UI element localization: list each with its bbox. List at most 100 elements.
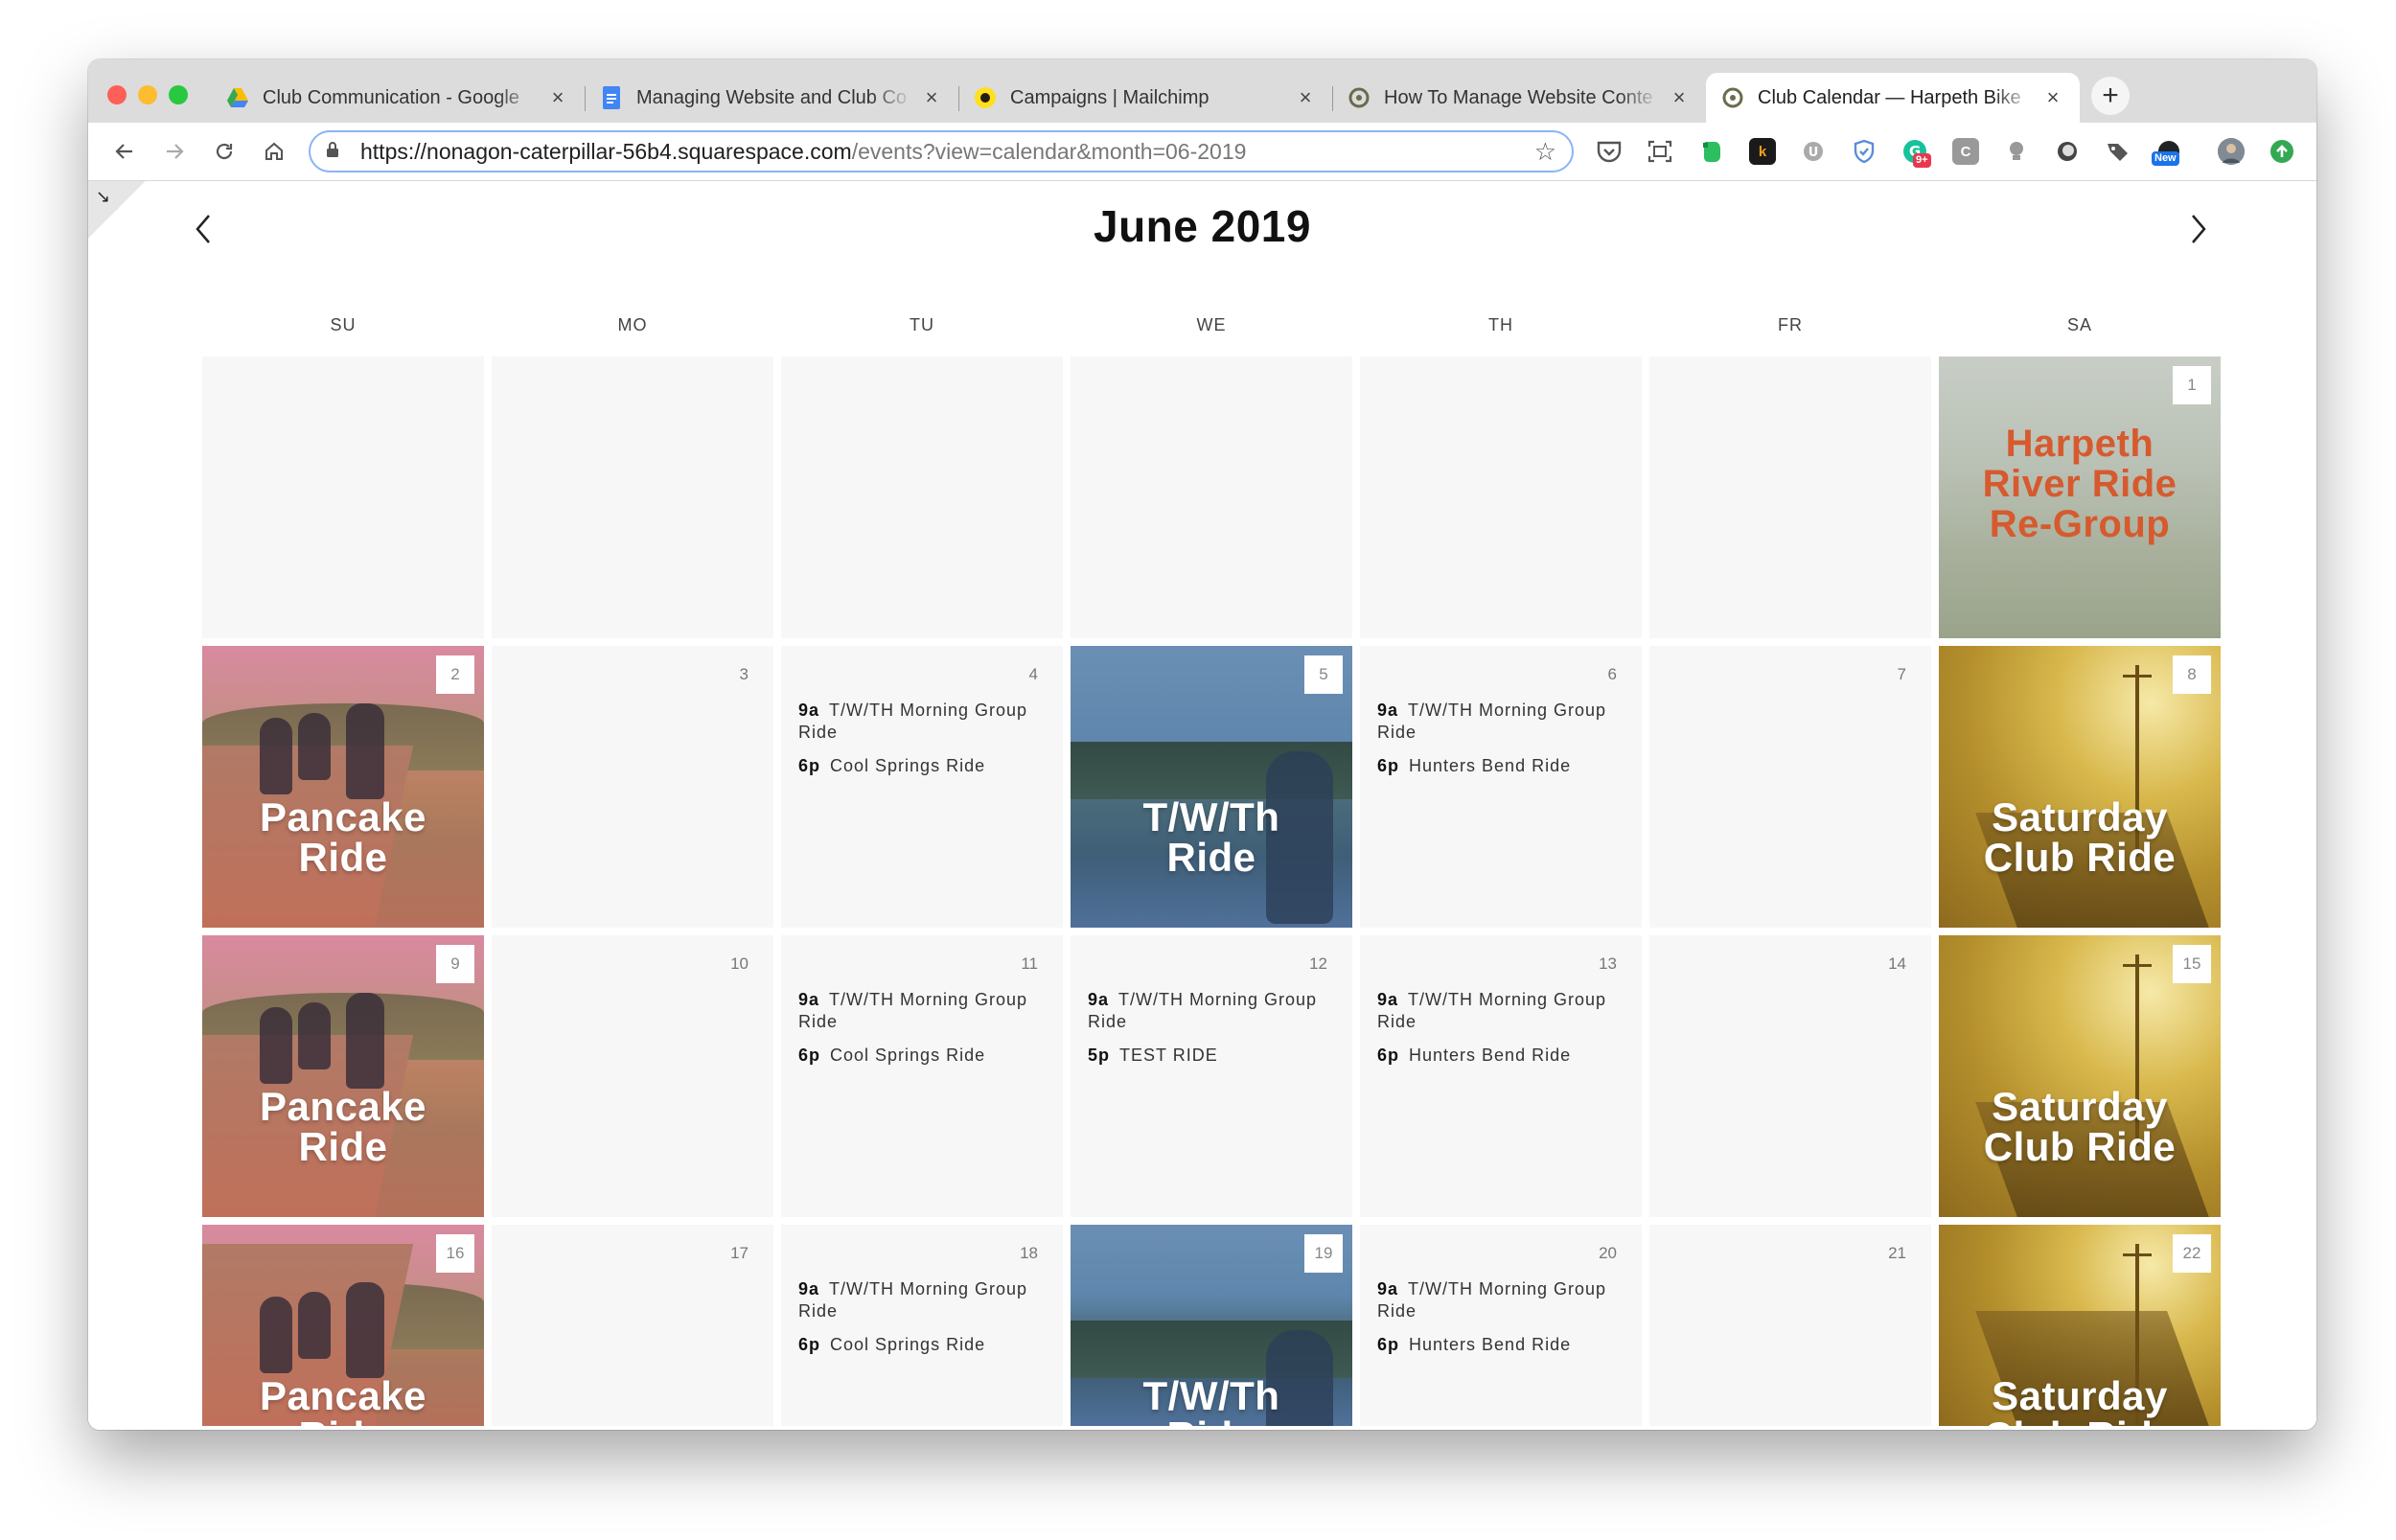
tag-icon[interactable]: [2105, 138, 2131, 165]
calendar-day-16[interactable]: Pancake Ride 16: [202, 1225, 484, 1426]
event-item[interactable]: 6p Hunters Bend Ride: [1377, 755, 1623, 777]
event-item[interactable]: 6p Cool Springs Ride: [798, 1045, 1044, 1067]
shield-icon[interactable]: [1851, 138, 1878, 165]
event-item[interactable]: 5p TEST RIDE: [1088, 1045, 1333, 1067]
calendar-day-5[interactable]: T/W/Th Ride 5: [1071, 646, 1352, 928]
ublock-icon[interactable]: U: [1800, 138, 1827, 165]
tab-club-calendar[interactable]: Club Calendar — Harpeth Bike ×: [1706, 73, 2080, 123]
day-number: 6: [1607, 665, 1617, 683]
event-item[interactable]: 9a T/W/TH Morning Group Ride: [798, 989, 1044, 1033]
tab-close-icon[interactable]: ×: [920, 85, 943, 110]
calendar-day-8[interactable]: Saturday Club Ride 8: [1939, 646, 2221, 928]
calendar-day-19[interactable]: T/W/Th Ride 19: [1071, 1225, 1352, 1426]
lock-icon[interactable]: [326, 141, 345, 163]
calendar-day-2[interactable]: Pancake Ride 2: [202, 646, 484, 928]
page-content: ↘ June 2019 SU MO TU WE TH FR SA Harpeth River…: [88, 181, 2316, 1430]
forward-arrow-icon[interactable]: [157, 134, 192, 169]
calendar-day-7[interactable]: 7: [1649, 646, 1931, 928]
tab-title: Managing Website and Club Co: [636, 86, 908, 108]
event-image-title[interactable]: Pancake Ride: [202, 1376, 484, 1427]
grammarly-icon[interactable]: G 9+: [1901, 138, 1931, 168]
calendar-day-3[interactable]: 3: [492, 646, 773, 928]
tab-close-icon[interactable]: ×: [546, 85, 569, 110]
day-number: 20: [1599, 1244, 1617, 1262]
home-icon[interactable]: [257, 134, 291, 169]
event-item[interactable]: 6p Cool Springs Ride: [798, 755, 1044, 777]
tab-mailchimp[interactable]: Campaigns | Mailchimp ×: [958, 73, 1332, 123]
event-image-title[interactable]: T/W/Th Ride: [1071, 1376, 1352, 1427]
calendar-day-1[interactable]: Harpeth River Ride Re-Group 1: [1939, 356, 2221, 638]
event-time: 6p: [798, 1046, 821, 1065]
k-extension-icon[interactable]: k: [1749, 138, 1776, 165]
zoom-window-button[interactable]: [169, 85, 188, 104]
event-image-title[interactable]: Saturday Club Ride: [1939, 1087, 2221, 1167]
bulb-icon[interactable]: [2003, 138, 2030, 165]
reload-icon[interactable]: [207, 134, 242, 169]
calendar-day-empty: [1071, 356, 1352, 638]
calendar-day-21[interactable]: 21: [1649, 1225, 1931, 1426]
new-extension-icon[interactable]: New: [2152, 138, 2182, 166]
event-list: 9a T/W/TH Morning Group Ride 6p Hunters Ben…: [1377, 989, 1623, 1078]
event-item[interactable]: 9a T/W/TH Morning Group Ride: [1377, 1278, 1623, 1322]
event-list: 9a T/W/TH Morning Group Ride 6p Cool Spring…: [798, 700, 1044, 789]
event-image-title[interactable]: Saturday Club Ride: [1939, 797, 2221, 878]
calendar-day-20[interactable]: 20 9a T/W/TH Morning Group Ride 6p Hunters B…: [1360, 1225, 1642, 1426]
event-item[interactable]: 6p Hunters Bend Ride: [1377, 1334, 1623, 1356]
event-image-title[interactable]: Harpeth River Ride Re-Group: [1939, 424, 2221, 544]
event-image-title[interactable]: T/W/Th Ride: [1071, 797, 1352, 878]
bookmark-star-icon[interactable]: ☆: [1534, 137, 1556, 167]
event-image-title[interactable]: Pancake Ride: [202, 797, 484, 878]
day-number: 22: [2173, 1234, 2211, 1273]
event-name: T/W/TH Morning Group Ride: [798, 701, 1028, 742]
calendar-day-13[interactable]: 13 9a T/W/TH Morning Group Ride 6p Hunters B…: [1360, 935, 1642, 1217]
calendar-day-11[interactable]: 11 9a T/W/TH Morning Group Ride 6p Cool Spri…: [781, 935, 1063, 1217]
profile-avatar[interactable]: [2218, 138, 2245, 165]
calendar-day-18[interactable]: 18 9a T/W/TH Morning Group Ride 6p Cool Spri…: [781, 1225, 1063, 1426]
next-month-button[interactable]: [2179, 210, 2218, 248]
c-extension-icon[interactable]: C: [1952, 138, 1979, 165]
minimize-window-button[interactable]: [138, 85, 157, 104]
pocket-icon[interactable]: [1596, 138, 1623, 165]
event-item[interactable]: 9a T/W/TH Morning Group Ride: [1377, 989, 1623, 1033]
tab-close-icon[interactable]: ×: [2041, 85, 2064, 110]
circle-extension-icon[interactable]: [2054, 138, 2081, 165]
event-item[interactable]: 9a T/W/TH Morning Group Ride: [1377, 700, 1623, 744]
evernote-icon[interactable]: [1698, 138, 1725, 165]
day-number: 14: [1888, 954, 1906, 973]
event-item[interactable]: 9a T/W/TH Morning Group Ride: [798, 700, 1044, 744]
event-image-title[interactable]: Saturday Club Ride: [1939, 1376, 2221, 1427]
calendar-day-6[interactable]: 6 9a T/W/TH Morning Group Ride 6p Hunters Be…: [1360, 646, 1642, 928]
address-bar[interactable]: https://nonagon-caterpillar-56b4.squares…: [309, 130, 1574, 172]
prev-month-button[interactable]: [184, 210, 222, 248]
new-tab-button[interactable]: +: [2091, 77, 2130, 115]
calendar-day-22[interactable]: Saturday Club Ride 22: [1939, 1225, 2221, 1426]
tab-close-icon[interactable]: ×: [1668, 85, 1691, 110]
tab-club-communication[interactable]: Club Communication - Google ×: [211, 73, 585, 123]
day-number: 11: [1021, 954, 1038, 973]
url-text: https://nonagon-caterpillar-56b4.squares…: [360, 139, 1534, 165]
calendar-day-17[interactable]: 17: [492, 1225, 773, 1426]
back-arrow-icon[interactable]: [107, 134, 142, 169]
browser-toolbar: https://nonagon-caterpillar-56b4.squares…: [88, 123, 2316, 181]
update-arrow-icon[interactable]: [2269, 138, 2295, 165]
event-item[interactable]: 6p Cool Springs Ride: [798, 1334, 1044, 1356]
day-number: 8: [2173, 655, 2211, 694]
screenshot-icon[interactable]: [1647, 138, 1673, 165]
event-image-title[interactable]: Pancake Ride: [202, 1087, 484, 1167]
event-time: 9a: [798, 1279, 820, 1299]
close-window-button[interactable]: [107, 85, 127, 104]
tab-close-icon[interactable]: ×: [1294, 85, 1317, 110]
tab-how-to-manage[interactable]: How To Manage Website Conte ×: [1332, 73, 1706, 123]
calendar-day-15[interactable]: Saturday Club Ride 15: [1939, 935, 2221, 1217]
event-item[interactable]: 6p Hunters Bend Ride: [1377, 1045, 1623, 1067]
calendar-day-10[interactable]: 10: [492, 935, 773, 1217]
calendar-day-12[interactable]: 12 9a T/W/TH Morning Group Ride 5p TEST RIDE: [1071, 935, 1352, 1217]
calendar-day-14[interactable]: 14: [1649, 935, 1931, 1217]
event-time: 6p: [1377, 756, 1400, 775]
event-item[interactable]: 9a T/W/TH Morning Group Ride: [1088, 989, 1333, 1033]
event-item[interactable]: 9a T/W/TH Morning Group Ride: [798, 1278, 1044, 1322]
calendar-day-4[interactable]: 4 9a T/W/TH Morning Group Ride 6p Cool Sprin…: [781, 646, 1063, 928]
tab-managing-website[interactable]: Managing Website and Club Co ×: [585, 73, 958, 123]
calendar-day-9[interactable]: Pancake Ride 9: [202, 935, 484, 1217]
event-list: 9a T/W/TH Morning Group Ride 6p Hunters Ben…: [1377, 1278, 1623, 1368]
